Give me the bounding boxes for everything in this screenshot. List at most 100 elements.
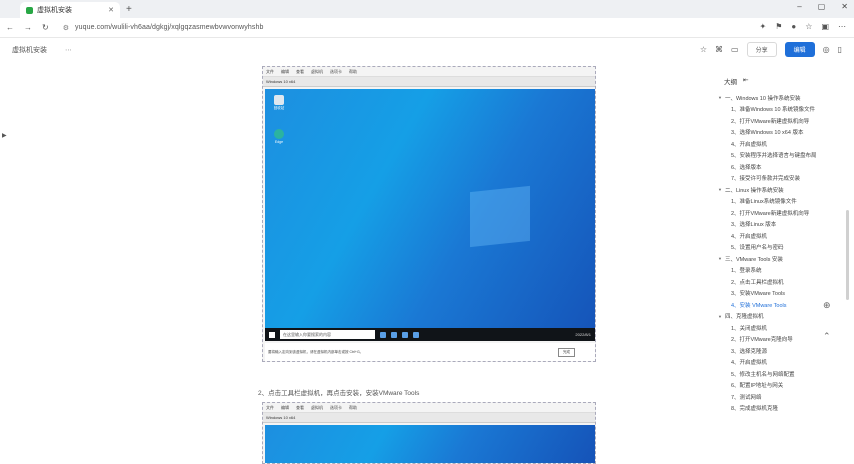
- star-icon[interactable]: ☆: [700, 45, 707, 54]
- extension-icon[interactable]: ✦: [760, 22, 767, 31]
- caret-down-icon[interactable]: ▼: [718, 187, 722, 192]
- outline-item-label: 2、点击工具栏虚拟机: [731, 279, 784, 286]
- outline-toggle-icon[interactable]: ▯: [838, 45, 842, 54]
- help-icon[interactable]: ⊕: [823, 300, 831, 311]
- outline-item[interactable]: ▼ 四、克隆虚拟机: [714, 311, 824, 323]
- outline-collapse-icon[interactable]: ⇤: [743, 76, 748, 86]
- outline-title: 大纲: [724, 79, 737, 86]
- outline-item[interactable]: 1、登录系统: [714, 265, 824, 277]
- outline-item[interactable]: 3、安装VMware Tools: [714, 288, 824, 300]
- outline-item[interactable]: 2、点击工具栏虚拟机: [714, 276, 824, 288]
- favorites-icon[interactable]: ☆: [805, 22, 812, 31]
- vm-desktop: [265, 425, 595, 463]
- vm-menu-item: 选项卡: [330, 404, 342, 410]
- back-icon[interactable]: ←: [6, 23, 14, 32]
- outline-item[interactable]: 3、选择Windows 10 x64 版本: [714, 127, 824, 139]
- outline-item[interactable]: 3、选择Linux 版本: [714, 219, 824, 231]
- outline-item[interactable]: ▼ 一、Windows 10 操作系统安装: [714, 92, 824, 104]
- vm-screenshot-2: 文件 编辑 查看 虚拟机 选项卡 帮助 Windows 10 x64: [262, 402, 596, 464]
- outline-item[interactable]: 4、开启虚拟机: [714, 138, 824, 150]
- collections-icon[interactable]: ▣: [821, 22, 829, 31]
- caret-down-icon[interactable]: ▼: [718, 256, 722, 261]
- outline-item[interactable]: 4、开启虚拟机: [714, 230, 824, 242]
- outline-item[interactable]: 8、完成虚拟机克隆: [714, 403, 824, 415]
- outline-item[interactable]: 1、准备Windows 10 系统镜像文件: [714, 104, 824, 116]
- step-paragraph: 2、点击工具栏虚拟机，再点击安装，安装VMware Tools: [258, 390, 420, 397]
- outline-item[interactable]: 4、安装 VMware Tools: [714, 299, 824, 311]
- vm-status-text: 要将输入定向到该虚拟机，请在虚拟机内部单击或按 Ctrl+G。: [268, 349, 364, 354]
- edge-taskbar-icon: [391, 331, 397, 338]
- outline-item[interactable]: 1、准备Linux系统镜像文件: [714, 196, 824, 208]
- outline-item-label: 8、完成虚拟机克隆: [731, 406, 779, 413]
- outline-item[interactable]: 2、打开VMware新建虚拟机向导: [714, 207, 824, 219]
- translate-icon[interactable]: ⚑: [775, 22, 782, 31]
- outline-item-label: 三、VMware Tools 安装: [724, 256, 783, 263]
- more-icon[interactable]: ⋯: [838, 22, 846, 31]
- outline-item-label: 二、Linux 操作系统安装: [724, 187, 784, 194]
- vm-menu-item: 虚拟机: [311, 404, 323, 410]
- url-input[interactable]: yuque.com/wulili-vh6aa/dgkgj/xqlgqzasmew…: [75, 24, 263, 31]
- site-info-icon[interactable]: ⚙: [63, 24, 69, 32]
- outline-item-label: 7、接受许可条款并完成安装: [731, 176, 801, 183]
- window-controls: – ▢ ✕: [797, 2, 848, 11]
- close-window-button[interactable]: ✕: [841, 2, 848, 11]
- profile-icon[interactable]: ●: [791, 22, 796, 31]
- comment-icon[interactable]: ▭: [731, 45, 739, 54]
- settings-icon[interactable]: ◎: [823, 45, 830, 54]
- vm-menu-item: 虚拟机: [311, 68, 323, 74]
- document-toolbar: 虚拟机安装 ⋯ ☆ ⌘ ▭ 分享 编辑 ◎ ▯: [0, 38, 854, 62]
- outline-item[interactable]: 6、配置IP地址与网关: [714, 380, 824, 392]
- tab-close-icon[interactable]: ✕: [108, 6, 114, 14]
- outline-item[interactable]: ▼ 二、Linux 操作系统安装: [714, 184, 824, 196]
- outline-item-label: 5、修改主机名与网络配置: [731, 371, 795, 378]
- outline-item-label: 3、安装VMware Tools: [731, 291, 785, 298]
- outline-item[interactable]: 2、打开VMware新建虚拟机向导: [714, 115, 824, 127]
- share-button[interactable]: 分享: [746, 42, 777, 57]
- minimize-button[interactable]: –: [797, 2, 801, 11]
- floating-buttons: ⊕ ⌃: [823, 300, 831, 342]
- outline-item[interactable]: 4、开启虚拟机: [714, 357, 824, 369]
- outline-item[interactable]: 7、接受许可条款并完成安装: [714, 173, 824, 185]
- vm-menu-item: 帮助: [349, 404, 357, 410]
- back-to-top-icon[interactable]: ⌃: [823, 331, 831, 342]
- vm-menu-item: 编辑: [281, 68, 289, 74]
- vm-menu-item: 选项卡: [330, 68, 342, 74]
- caret-down-icon[interactable]: ▼: [718, 314, 722, 319]
- reload-icon[interactable]: ↻: [42, 23, 49, 32]
- tab-title: 虚拟机安装: [37, 7, 72, 14]
- pin-icon[interactable]: ⌘: [715, 45, 723, 54]
- outline-item[interactable]: 1、关闭虚拟机: [714, 322, 824, 334]
- outline-item[interactable]: 6、选择版本: [714, 161, 824, 173]
- outline-item[interactable]: 3、选择克隆源: [714, 345, 824, 357]
- vm-title: Windows 10 x64: [266, 415, 296, 420]
- address-bar: ← → ↻ ⚙ yuque.com/wulili-vh6aa/dgkgj/xql…: [0, 18, 854, 38]
- vm-title-bar: Windows 10 x64: [263, 413, 595, 423]
- outline-scrollbar[interactable]: [846, 210, 849, 300]
- edit-button[interactable]: 编辑: [784, 42, 815, 57]
- caret-down-icon[interactable]: ▼: [718, 95, 722, 100]
- maximize-button[interactable]: ▢: [818, 2, 826, 11]
- taskview-icon: [380, 331, 386, 338]
- explorer-icon: [402, 331, 408, 338]
- vm-screenshot-1: 文件 编辑 查看 虚拟机 选项卡 帮助 Windows 10 x64 回收站 E…: [262, 66, 596, 362]
- new-tab-button[interactable]: +: [126, 4, 132, 15]
- outline-item[interactable]: 7、测试网络: [714, 391, 824, 403]
- vm-desktop: 回收站 Edge 在这里输入你要搜索的内容 2022/8/1: [265, 89, 595, 341]
- vm-taskbar: 在这里输入你要搜索的内容 2022/8/1: [265, 328, 595, 341]
- vm-title-bar: Windows 10 x64: [263, 77, 595, 87]
- browser-tab[interactable]: 虚拟机安装 ✕: [20, 2, 120, 18]
- outline-item-label: 3、选择Linux 版本: [731, 222, 777, 229]
- breadcrumb-more-icon[interactable]: ⋯: [65, 46, 72, 54]
- vm-menu-item: 查看: [296, 68, 304, 74]
- store-icon: [413, 331, 419, 338]
- outline-item-label: 1、登录系统: [731, 268, 762, 275]
- outline-item-label: 5、设置用户名与密码: [731, 245, 784, 252]
- outline-item[interactable]: 5、安装程序并选择语言与键盘布局: [714, 150, 824, 162]
- outline-item[interactable]: 5、修改主机名与网络配置: [714, 368, 824, 380]
- outline-item[interactable]: 5、设置用户名与密码: [714, 242, 824, 254]
- breadcrumb[interactable]: 虚拟机安装: [12, 45, 47, 55]
- vm-menu-bar: 文件 编辑 查看 虚拟机 选项卡 帮助: [263, 67, 595, 77]
- outline-item[interactable]: ▼ 三、VMware Tools 安装: [714, 253, 824, 265]
- forward-icon[interactable]: →: [24, 23, 32, 32]
- outline-item[interactable]: 2、打开VMware克隆向导: [714, 334, 824, 346]
